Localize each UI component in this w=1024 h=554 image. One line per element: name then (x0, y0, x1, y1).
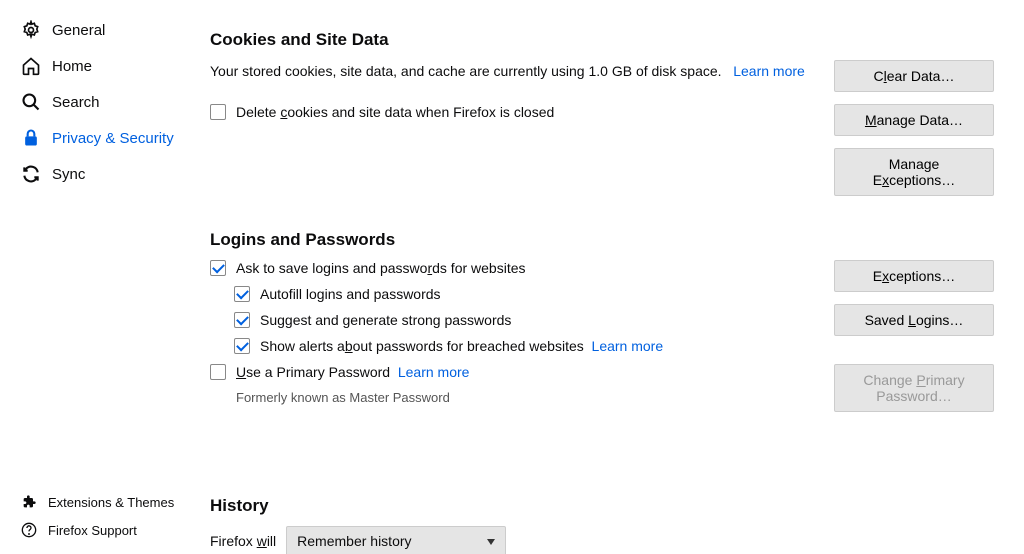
change-primary-password-button[interactable]: Change Primary Password… (834, 364, 994, 412)
breach-alerts-checkbox[interactable] (234, 338, 250, 354)
suggest-passwords-row: Suggest and generate strong passwords (234, 312, 834, 328)
search-icon (20, 91, 42, 113)
primary-password-row: Use a Primary Password Learn more (210, 364, 834, 380)
sync-icon (20, 163, 42, 185)
autofill-label: Autofill logins and passwords (260, 286, 441, 302)
suggest-passwords-checkbox[interactable] (234, 312, 250, 328)
breach-alerts-row: Show alerts about passwords for breached… (234, 338, 834, 354)
delete-cookies-checkbox[interactable] (210, 104, 226, 120)
cookies-description: Your stored cookies, site data, and cach… (210, 60, 834, 82)
ask-save-logins-label: Ask to save logins and passwords for web… (236, 260, 526, 276)
sidebar-item-home[interactable]: Home (0, 48, 200, 84)
nav-label: Home (52, 58, 92, 75)
autofill-row: Autofill logins and passwords (234, 286, 834, 302)
nav-label: Privacy & Security (52, 130, 174, 147)
logins-section-title: Logins and Passwords (210, 230, 1004, 250)
history-mode-select[interactable]: Remember history (286, 526, 506, 554)
gear-icon (20, 19, 42, 41)
home-icon (20, 55, 42, 77)
primary-password-label: Use a Primary Password (236, 364, 390, 380)
history-section-title: History (210, 496, 1004, 516)
cookies-section-title: Cookies and Site Data (210, 30, 1004, 50)
nav-label: Firefox Support (48, 523, 137, 538)
ask-save-logins-checkbox[interactable] (210, 260, 226, 276)
clear-data-button[interactable]: Clear Data… (834, 60, 994, 92)
logins-exceptions-button[interactable]: Exceptions… (834, 260, 994, 292)
lock-icon (20, 127, 42, 149)
autofill-checkbox[interactable] (234, 286, 250, 302)
sidebar: General Home Search Privacy & Security S… (0, 0, 200, 554)
manage-exceptions-button[interactable]: Manage Exceptions… (834, 148, 994, 196)
puzzle-icon (20, 493, 38, 511)
cookies-learn-more-link[interactable]: Learn more (733, 63, 805, 79)
primary-password-note: Formerly known as Master Password (236, 390, 834, 405)
sidebar-item-extensions[interactable]: Extensions & Themes (0, 488, 200, 516)
nav-label: Extensions & Themes (48, 495, 174, 510)
primary-password-checkbox[interactable] (210, 364, 226, 380)
suggest-passwords-label: Suggest and generate strong passwords (260, 312, 511, 328)
help-icon (20, 521, 38, 539)
sidebar-item-privacy-security[interactable]: Privacy & Security (0, 120, 200, 156)
breach-alerts-learn-more-link[interactable]: Learn more (592, 338, 664, 354)
delete-cookies-label: Delete cookies and site data when Firefo… (236, 104, 554, 120)
breach-alerts-label: Show alerts about passwords for breached… (260, 338, 584, 354)
ask-save-logins-row: Ask to save logins and passwords for web… (210, 260, 834, 276)
sidebar-item-search[interactable]: Search (0, 84, 200, 120)
nav-label: General (52, 22, 105, 39)
nav-label: Search (52, 94, 100, 111)
settings-content: Cookies and Site Data Your stored cookie… (200, 0, 1024, 554)
saved-logins-button[interactable]: Saved Logins… (834, 304, 994, 336)
nav-label: Sync (52, 166, 85, 183)
history-label: Firefox will (210, 533, 276, 549)
primary-password-learn-more-link[interactable]: Learn more (398, 364, 470, 380)
manage-data-button[interactable]: Manage Data… (834, 104, 994, 136)
sidebar-item-support[interactable]: Firefox Support (0, 516, 200, 544)
delete-cookies-on-close-row: Delete cookies and site data when Firefo… (210, 104, 834, 120)
sidebar-item-sync[interactable]: Sync (0, 156, 200, 192)
sidebar-item-general[interactable]: General (0, 12, 200, 48)
